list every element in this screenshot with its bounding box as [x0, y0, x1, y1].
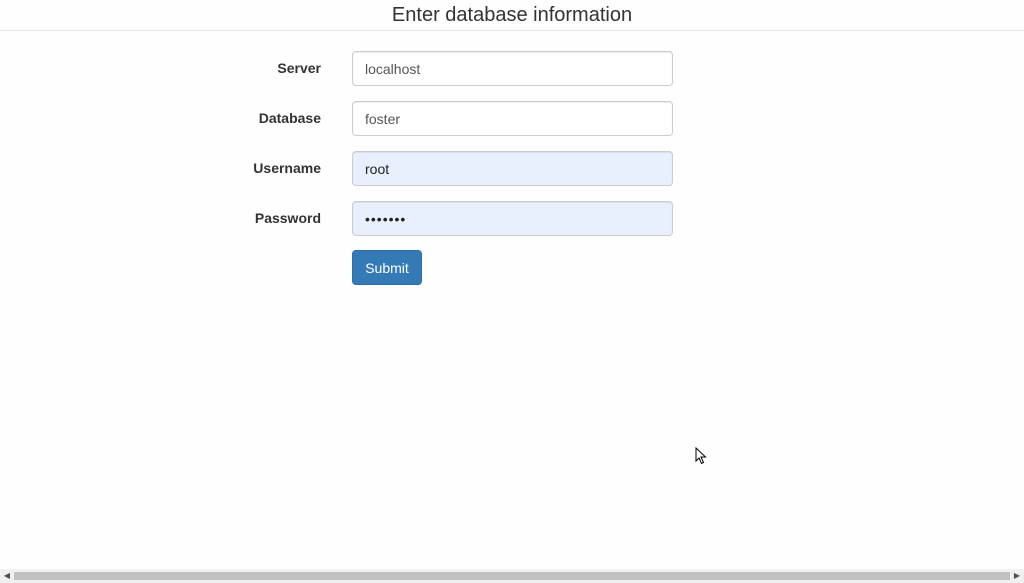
chevron-right-icon[interactable]: ▶	[1010, 569, 1024, 583]
chevron-left-icon[interactable]: ◀	[0, 569, 14, 583]
database-row: Database	[0, 101, 1024, 136]
mouse-pointer-icon	[695, 447, 707, 465]
server-label: Server	[277, 60, 321, 76]
username-row: Username	[0, 151, 1024, 186]
password-input[interactable]	[352, 201, 673, 236]
page-header: Enter database information	[0, 0, 1024, 31]
server-row: Server	[0, 51, 1024, 86]
page: Enter database information Server Databa…	[0, 0, 1024, 583]
horizontal-scrollbar[interactable]: ◀ ▶	[0, 569, 1024, 583]
submit-button[interactable]: Submit	[352, 250, 422, 285]
scrollbar-thumb[interactable]	[14, 572, 1010, 580]
database-input[interactable]	[352, 101, 673, 136]
password-label: Password	[254, 210, 321, 226]
server-input[interactable]	[352, 51, 673, 86]
database-label: Database	[258, 110, 321, 126]
password-row: Password	[0, 201, 1024, 236]
page-title: Enter database information	[391, 4, 633, 26]
username-input[interactable]	[352, 151, 673, 186]
username-label: Username	[253, 160, 321, 176]
